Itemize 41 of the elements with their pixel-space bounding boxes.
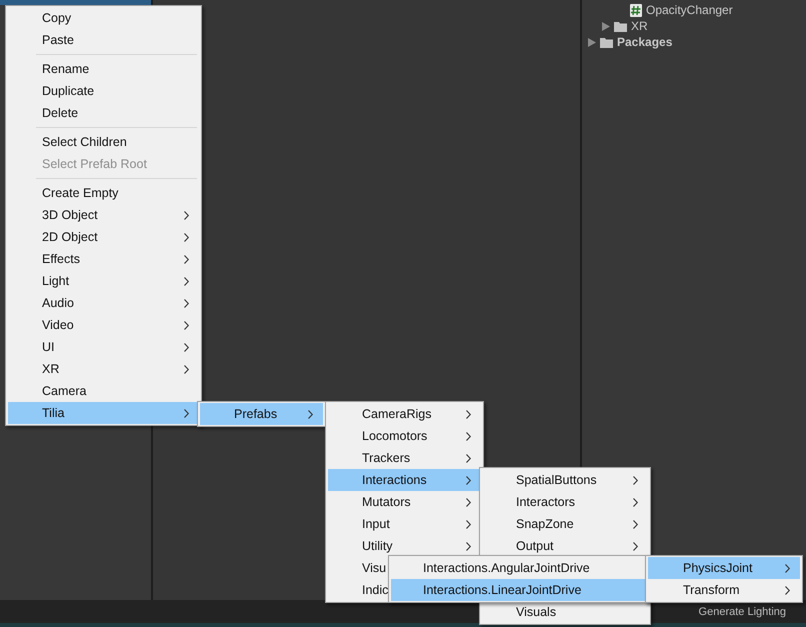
menu-item[interactable]: Utility: [328, 535, 481, 557]
menu-item[interactable]: Output: [482, 535, 648, 557]
menu-item[interactable]: Video: [8, 314, 199, 336]
menu-item[interactable]: Interactions.AngularJointDrive: [391, 557, 647, 579]
tree-item-label[interactable]: Packages: [617, 35, 672, 49]
folder-icon: [614, 20, 627, 32]
menu-item[interactable]: Transform: [648, 579, 800, 601]
menu-item[interactable]: CameraRigs: [328, 403, 481, 425]
menu-item[interactable]: 2D Object: [8, 226, 199, 248]
menu-item[interactable]: UI: [8, 336, 199, 358]
menu-item[interactable]: SnapZone: [482, 513, 648, 535]
menu-item[interactable]: Prefabs: [200, 403, 323, 425]
menu-item[interactable]: Rename: [8, 58, 199, 80]
menu-item[interactable]: Paste: [8, 29, 199, 51]
menu-item[interactable]: Input: [328, 513, 481, 535]
tree-item-label[interactable]: XR: [631, 19, 648, 33]
menu-item[interactable]: Locomotors: [328, 425, 481, 447]
menu-item[interactable]: Interactions.LinearJointDrive: [391, 579, 647, 601]
menu-item[interactable]: Tilia: [8, 402, 199, 424]
menu-item[interactable]: Interactions: [328, 469, 481, 491]
menu-item[interactable]: SpatialButtons: [482, 469, 648, 491]
tree-item-label[interactable]: OpacityChanger: [646, 3, 733, 17]
menu-item[interactable]: Interactors: [482, 491, 648, 513]
menu-item[interactable]: Trackers: [328, 447, 481, 469]
menu-item[interactable]: Duplicate: [8, 80, 199, 102]
status-text: Generate Lighting: [698, 606, 786, 618]
menu-item[interactable]: Effects: [8, 248, 199, 270]
menu-item[interactable]: Mutators: [328, 491, 481, 513]
menu-item[interactable]: Visuals: [482, 601, 648, 623]
menu-item[interactable]: Light: [8, 270, 199, 292]
menu-item[interactable]: Camera: [8, 380, 199, 402]
menu-item[interactable]: XR: [8, 358, 199, 380]
menu-item[interactable]: 3D Object: [8, 204, 199, 226]
menu-item[interactable]: PhysicsJoint: [648, 557, 800, 579]
menu-item[interactable]: Create Empty: [8, 182, 199, 204]
menu-item[interactable]: Copy: [8, 7, 199, 29]
menu-item[interactable]: Audio: [8, 292, 199, 314]
menu-item[interactable]: Delete: [8, 102, 199, 124]
menu-item[interactable]: Select Children: [8, 131, 199, 153]
script-file-icon: [630, 4, 642, 16]
folder-icon: [600, 36, 613, 48]
